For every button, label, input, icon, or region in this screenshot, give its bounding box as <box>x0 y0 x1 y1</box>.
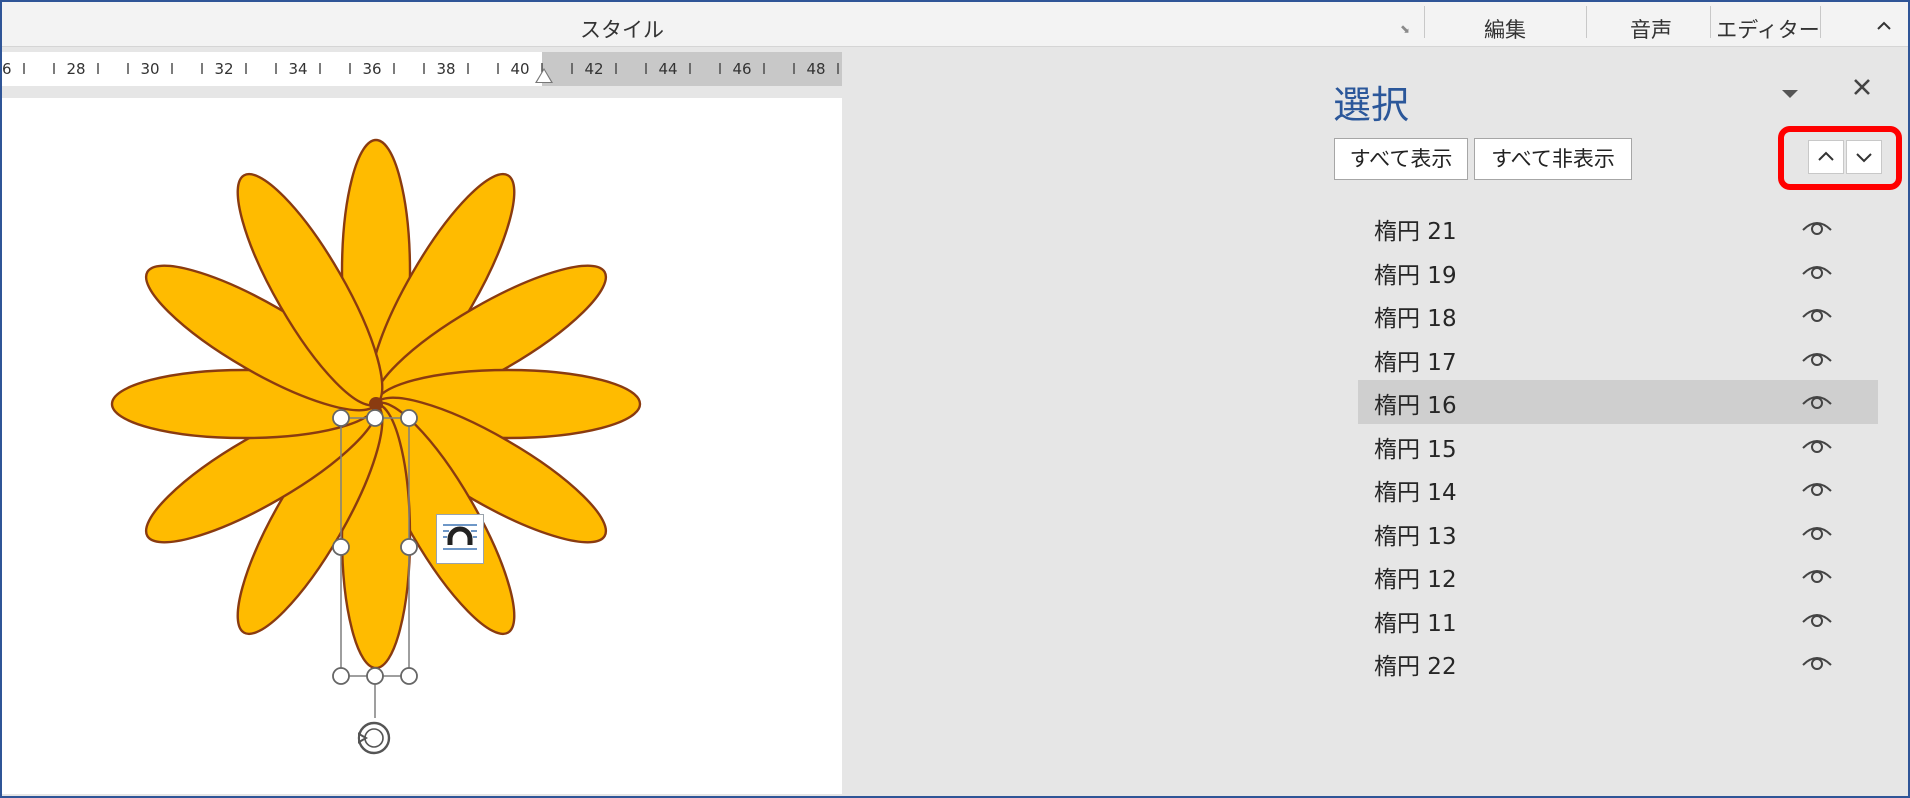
item-label: 楕円 21 <box>1374 219 1457 245</box>
ruler-label: 36 <box>362 60 381 78</box>
ribbon-group-edit[interactable]: 編集 <box>1432 2 1578 46</box>
ribbon-group-style: スタイル <box>580 18 664 42</box>
ruler-label: 48 <box>806 60 825 78</box>
selection-list-item[interactable]: 楕円 15 <box>1358 424 1878 468</box>
eye-icon[interactable] <box>1800 258 1834 284</box>
caret-down-icon[interactable] <box>1778 82 1802 106</box>
ruler-indent-marker-inner <box>537 70 551 82</box>
selection-list-item[interactable]: 楕円 21 <box>1358 206 1878 250</box>
flower-center <box>369 397 383 411</box>
selection-list-item[interactable]: 楕円 13 <box>1358 511 1878 555</box>
ruler-label: 40 <box>510 60 529 78</box>
item-label: 楕円 16 <box>1374 393 1457 419</box>
ruler-label: 46 <box>732 60 751 78</box>
hide-all-button[interactable]: すべて非表示 <box>1474 138 1632 180</box>
rotate-handle-icon[interactable] <box>352 716 396 760</box>
selection-list-item[interactable]: 楕円 17 <box>1358 337 1878 381</box>
selection-list-item[interactable]: 楕円 19 <box>1358 250 1878 294</box>
eye-icon[interactable] <box>1800 519 1834 545</box>
eye-icon[interactable] <box>1800 345 1834 371</box>
item-label: 楕円 14 <box>1374 480 1457 506</box>
resize-handle[interactable] <box>400 538 418 556</box>
item-label: 楕円 11 <box>1374 610 1457 637</box>
eye-icon[interactable] <box>1800 388 1834 414</box>
selection-list: 楕円 21 楕円 19 楕円 18 楕円 17 楕円 16 楕円 15 楕円 14 楕円 13… <box>1358 206 1878 685</box>
ruler-label: 28 <box>66 60 85 78</box>
ribbon-separator <box>1710 6 1711 38</box>
ribbon-group-editor[interactable]: エディター <box>1714 2 1822 46</box>
resize-handle[interactable] <box>332 538 350 556</box>
eye-icon[interactable] <box>1800 649 1834 675</box>
eye-icon[interactable] <box>1800 606 1834 632</box>
eye-icon[interactable] <box>1800 214 1834 240</box>
selection-list-item[interactable]: 楕円 16 <box>1358 380 1878 424</box>
selection-list-item[interactable]: 楕円 18 <box>1358 293 1878 337</box>
ribbon-group-voice[interactable]: 音声 <box>1594 2 1708 46</box>
item-label: 楕円 15 <box>1374 436 1457 463</box>
layout-options-button[interactable] <box>436 514 484 564</box>
item-label: 楕円 18 <box>1374 306 1457 332</box>
dialog-launcher-icon[interactable]: ⬊ <box>1400 22 1414 36</box>
ruler-label: 38 <box>436 60 455 78</box>
collapse-ribbon-icon[interactable] <box>1872 16 1896 40</box>
ribbon: スタイル ⬊ 編集 音声 エディター <box>2 2 1908 47</box>
horizontal-ruler[interactable]: 26 28 30 32 34 36 38 40 42 44 46 48 <box>2 52 842 86</box>
document-page[interactable] <box>2 98 842 794</box>
resize-handle[interactable] <box>400 409 418 427</box>
ruler-ticks: 26 28 30 32 34 36 38 40 42 44 46 48 <box>2 60 839 78</box>
item-label: 楕円 13 <box>1374 523 1457 550</box>
eye-icon[interactable] <box>1800 562 1834 588</box>
layout-options-icon <box>443 524 477 550</box>
item-label: 楕円 12 <box>1374 567 1457 593</box>
flower-shape-group[interactable] <box>2 98 842 794</box>
resize-handle[interactable] <box>366 667 384 685</box>
ribbon-separator <box>1586 6 1587 38</box>
selection-list-item[interactable]: 楕円 22 <box>1358 641 1878 685</box>
resize-handle[interactable] <box>332 409 350 427</box>
close-icon[interactable] <box>1846 74 1878 106</box>
show-all-button[interactable]: すべて表示 <box>1334 138 1468 180</box>
selection-pane: 選択 すべて表示 すべて非表示 楕円 21 楕円 19 楕円 18 楕円 17 楕円 1… <box>1308 52 1908 794</box>
selection-list-item[interactable]: 楕円 12 <box>1358 554 1878 598</box>
item-label: 楕円 19 <box>1374 262 1457 289</box>
ruler-label: 42 <box>584 60 603 78</box>
selection-list-item[interactable]: 楕円 14 <box>1358 467 1878 511</box>
item-label: 楕円 22 <box>1374 654 1457 680</box>
resize-handle[interactable] <box>332 667 350 685</box>
resize-handle[interactable] <box>366 409 384 427</box>
ribbon-separator <box>1820 6 1821 38</box>
pane-title: 選択 <box>1333 83 1410 127</box>
ruler-label: 30 <box>140 60 159 78</box>
item-label: 楕円 17 <box>1374 349 1457 376</box>
ruler-label: 32 <box>214 60 233 78</box>
highlight-callout <box>1778 126 1902 190</box>
eye-icon[interactable] <box>1800 475 1834 501</box>
ruler-label: 44 <box>658 60 677 78</box>
selection-list-item[interactable]: 楕円 11 <box>1358 598 1878 642</box>
eye-icon[interactable] <box>1800 432 1834 458</box>
ruler-label: 26 <box>2 60 12 78</box>
ribbon-separator <box>1424 6 1425 38</box>
eye-icon[interactable] <box>1800 301 1834 327</box>
ruler-label: 34 <box>288 60 307 78</box>
resize-handle[interactable] <box>400 667 418 685</box>
